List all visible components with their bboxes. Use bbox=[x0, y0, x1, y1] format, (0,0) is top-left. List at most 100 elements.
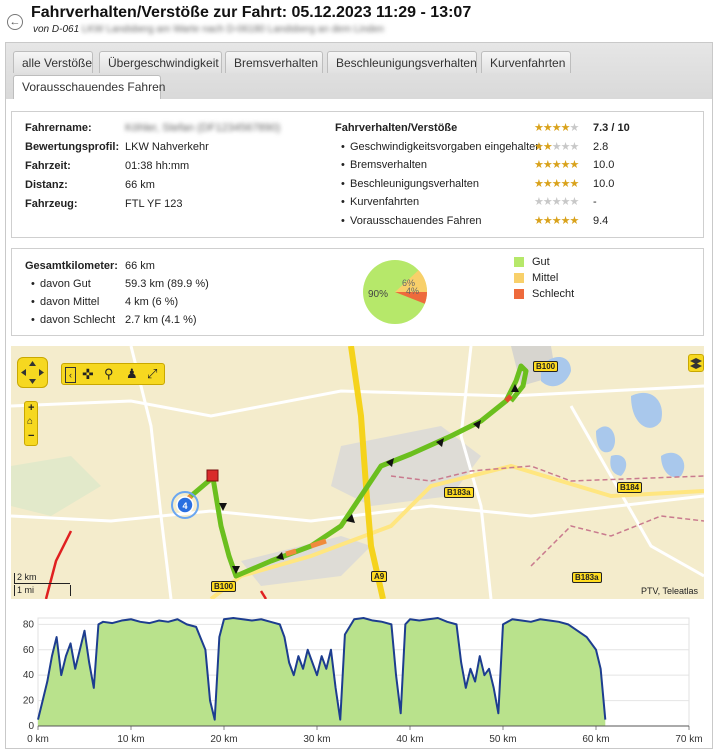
star-icon: ★ bbox=[551, 122, 562, 134]
back-icon[interactable]: ← bbox=[7, 14, 23, 30]
subtitle-route: LKW Landsberg am Warte nach D-06180 Land… bbox=[81, 24, 384, 35]
rating-stars: ★★★★★ bbox=[534, 177, 580, 190]
field-label: Fahrername: bbox=[25, 122, 92, 134]
rating-stars: ★★★★★ bbox=[534, 140, 580, 153]
x-tick-label: 70 km bbox=[675, 734, 702, 745]
road-label: B183a bbox=[444, 487, 474, 498]
star-icon: ★ bbox=[551, 178, 562, 190]
distance-pie-chart: 90% 6% 4% bbox=[363, 260, 428, 324]
legend-swatch-mittel bbox=[514, 273, 524, 283]
rating-label: Geschwindigkeitsvorgaben eingehalten bbox=[341, 141, 541, 153]
star-icon: ★ bbox=[569, 215, 580, 227]
tab-bremsverhalten[interactable]: Bremsverhalten bbox=[225, 51, 323, 73]
star-icon: ★ bbox=[560, 122, 571, 134]
subtitle-vehicle: von D-061 bbox=[33, 24, 80, 35]
fullscreen-icon[interactable]: ⤢ bbox=[147, 366, 157, 382]
star-icon: ★ bbox=[569, 178, 580, 190]
legend-swatch-gut bbox=[514, 257, 524, 267]
zoom-icon[interactable]: ⚲ bbox=[104, 366, 114, 382]
road-label: A9 bbox=[371, 571, 388, 582]
y-tick-label: 60 bbox=[23, 645, 35, 656]
route-map[interactable]: 4 B100 B183a B184 B100 A9 B183a ‹ ✜ ⚲ ♟ … bbox=[11, 346, 704, 599]
star-icon: ★ bbox=[534, 215, 544, 227]
tab-vorausschauendes-fahren[interactable]: Vorausschauendes Fahren bbox=[13, 75, 165, 99]
star-icon: ★ bbox=[569, 159, 580, 171]
x-tick-label: 40 km bbox=[396, 734, 423, 745]
distance-row-label: davon Mittel bbox=[31, 296, 99, 308]
scale-mi: 1 mi bbox=[14, 585, 71, 596]
legend-label-gut: Gut bbox=[532, 256, 550, 268]
star-icon: ★ bbox=[560, 196, 571, 208]
tab-bar: alle Verstöße Übergeschwindigkeit Bremsv… bbox=[6, 43, 712, 99]
x-tick-label: 60 km bbox=[582, 734, 609, 745]
overall-score: 7.3 / 10 bbox=[593, 122, 630, 134]
field-label: Fahrzeug: bbox=[25, 198, 78, 210]
rating-label: Bremsverhalten bbox=[341, 159, 427, 171]
overall-stars: ★★★★★ bbox=[534, 121, 580, 134]
star-icon: ★ bbox=[569, 141, 580, 153]
star-icon: ★ bbox=[551, 196, 562, 208]
distance-row-label: davon Gut bbox=[31, 278, 91, 290]
ratings-heading: Fahrverhalten/Verstöße bbox=[335, 122, 458, 134]
distance-row-value: 2.7 km (4.1 %) bbox=[125, 314, 197, 326]
legend-label-schlecht: Schlecht bbox=[532, 288, 575, 300]
distance-summary-box: Gesamtkilometer: 66 km davon Gut 59.3 km… bbox=[11, 248, 704, 336]
rating-label: Kurvenfahrten bbox=[341, 196, 419, 208]
total-km-value: 66 km bbox=[125, 260, 155, 272]
distance-value: 66 km bbox=[125, 179, 155, 191]
cluster-count: 4 bbox=[182, 501, 187, 511]
star-icon: ★ bbox=[551, 141, 562, 153]
vehicle-plate: FTL YF 123 bbox=[125, 198, 183, 210]
speed-chart-svg: 0 20 40 60 80 0 km 10 km 20 km 30 km 40 km 50 km 60… bbox=[23, 617, 703, 745]
tab-content: Fahrername: Köhler, Stefan (DF1234567890… bbox=[6, 99, 712, 748]
rating-stars: ★★★★★ bbox=[534, 195, 580, 208]
rating-profile: LKW Nahverkehr bbox=[125, 141, 209, 153]
person-icon[interactable]: ♟ bbox=[126, 366, 138, 382]
rating-label: Vorausschauendes Fahren bbox=[341, 215, 482, 227]
distance-row-label: davon Schlecht bbox=[31, 314, 115, 326]
y-tick-label: 20 bbox=[23, 696, 35, 707]
legend-label-mittel: Mittel bbox=[532, 272, 559, 284]
rating-score: 10.0 bbox=[593, 178, 615, 190]
drive-time: 01:38 hh:mm bbox=[125, 160, 190, 172]
layers-icon[interactable] bbox=[688, 354, 704, 372]
star-icon: ★ bbox=[534, 196, 544, 208]
select-icon[interactable]: ✜ bbox=[82, 366, 94, 383]
tab-alle-verstoesse[interactable]: alle Verstöße bbox=[13, 51, 93, 73]
star-icon: ★ bbox=[551, 159, 562, 171]
y-tick-label: 0 bbox=[28, 721, 34, 732]
star-icon: ★ bbox=[542, 196, 553, 208]
y-tick-label: 80 bbox=[23, 619, 35, 630]
map-toolbar: ‹ ✜ ⚲ ♟ ⤢ bbox=[61, 363, 165, 385]
road-label: B184 bbox=[617, 482, 643, 493]
scale-km: 2 km bbox=[14, 573, 70, 584]
rating-stars: ★★★★★ bbox=[534, 158, 580, 171]
field-label: Fahrzeit: bbox=[25, 160, 71, 172]
zoom-out-icon[interactable]: − bbox=[28, 430, 34, 442]
x-tick-label: 10 km bbox=[117, 734, 144, 745]
tab-beschleunigungsverhalten[interactable]: Beschleunigungsverhalten bbox=[327, 51, 477, 73]
zoom-in-icon[interactable]: + bbox=[28, 402, 34, 414]
tab-kurvenfahrten[interactable]: Kurvenfahrten bbox=[481, 51, 571, 73]
star-icon: ★ bbox=[542, 122, 553, 134]
home-icon[interactable]: ⌂ bbox=[27, 416, 33, 427]
rating-stars: ★★★★★ bbox=[534, 214, 580, 227]
x-tick-label: 20 km bbox=[210, 734, 237, 745]
distance-row-value: 59.3 km (89.9 %) bbox=[125, 278, 209, 290]
route-end-marker[interactable] bbox=[206, 469, 219, 482]
star-icon: ★ bbox=[569, 122, 580, 134]
star-icon: ★ bbox=[560, 141, 571, 153]
field-label: Bewertungsprofil: bbox=[25, 141, 120, 153]
star-icon: ★ bbox=[542, 159, 553, 171]
star-icon: ★ bbox=[569, 196, 580, 208]
tab-uebergeschwindigkeit[interactable]: Übergeschwindigkeit bbox=[99, 51, 222, 73]
pan-icon[interactable] bbox=[17, 357, 48, 388]
page-subtitle: von D-061 LKW Landsberg am Warte nach D-… bbox=[33, 24, 384, 35]
star-icon: ★ bbox=[560, 159, 571, 171]
legend-swatch-schlecht bbox=[514, 289, 524, 299]
back-icon[interactable]: ‹ bbox=[65, 367, 76, 383]
rating-label: Beschleunigungsverhalten bbox=[341, 178, 479, 190]
speed-profile-chart: 0 20 40 60 80 0 km 10 km 20 km 30 km 40 km 50 km 60… bbox=[11, 606, 704, 748]
road-label: B100 bbox=[211, 581, 237, 592]
rating-score: - bbox=[593, 196, 597, 208]
